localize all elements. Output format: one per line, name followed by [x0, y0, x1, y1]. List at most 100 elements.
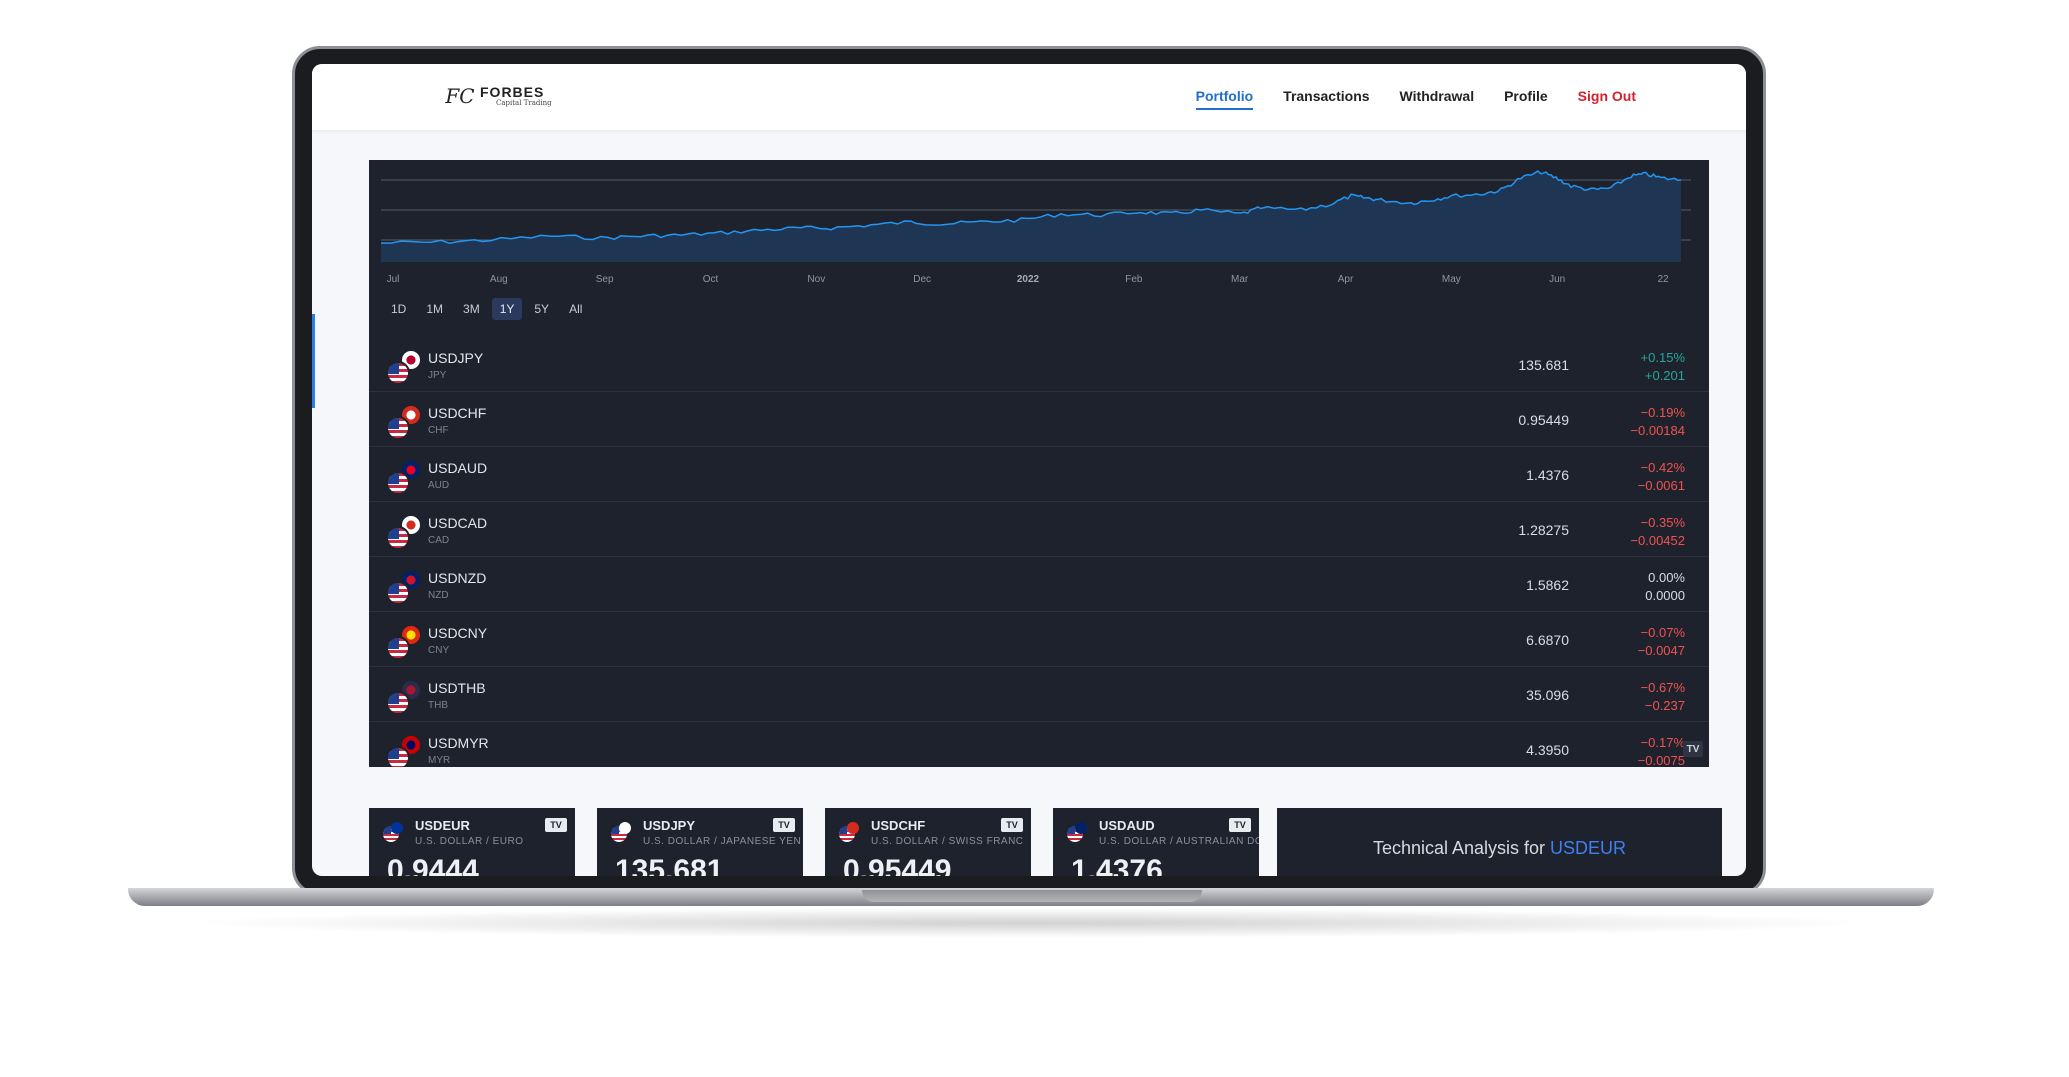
tradingview-logo-icon[interactable]: TV: [1229, 818, 1251, 832]
tradingview-logo-icon[interactable]: TV: [1683, 741, 1703, 757]
chart-x-axis: Jul Aug Sep Oct Nov Dec 2022 Feb Mar Apr May Jun 22: [381, 274, 1691, 288]
quote-row-usdmyr[interactable]: USDMYR MYR 4.3950 −0.17% −0.0075: [369, 722, 1709, 767]
nav-withdrawal[interactable]: Withdrawal: [1400, 88, 1475, 110]
ticker-card-usdeur[interactable]: USDEUR U.S. DOLLAR / EURO 0.9444 TV: [369, 808, 575, 876]
logo-text: FORBES Capital Trading: [480, 85, 552, 108]
quote-change-pct: −0.17%: [1640, 735, 1685, 750]
quote-change: −0.07% −0.0047: [1638, 624, 1685, 660]
x-tick-label: Feb: [1125, 274, 1143, 285]
tradingview-logo-icon[interactable]: TV: [773, 818, 795, 832]
quote-price: 35.096: [1526, 687, 1569, 703]
us-flag-icon: [386, 691, 410, 715]
price-history-chart[interactable]: [381, 170, 1691, 262]
quote-change-abs: −0.00184: [1630, 423, 1685, 438]
quote-row-usdchf[interactable]: USDCHF CHF 0.95449 −0.19% −0.00184: [369, 392, 1709, 447]
x-tick-label: 2022: [1016, 274, 1040, 285]
quote-symbol: USDCHF: [428, 405, 487, 421]
quote-currency: CHF: [428, 425, 449, 436]
x-tick-label: 22: [1657, 274, 1669, 285]
x-tick-label: Oct: [702, 274, 719, 285]
quote-price: 1.4376: [1526, 467, 1569, 483]
quote-flag-icon: [391, 822, 403, 834]
quote-change-pct: −0.35%: [1640, 515, 1685, 530]
x-tick-label: Nov: [807, 274, 826, 285]
quote-symbol: USDJPY: [428, 350, 484, 366]
us-flag-icon: [386, 526, 410, 550]
ticker-card-usdchf[interactable]: USDCHF U.S. DOLLAR / SWISS FRANC 0.95449 TV: [825, 808, 1031, 876]
nav-transactions[interactable]: Transactions: [1283, 88, 1369, 110]
card-value: 0.9444: [387, 854, 479, 876]
nav-profile[interactable]: Profile: [1504, 88, 1548, 110]
ta-symbol-link[interactable]: USDEUR: [1550, 838, 1626, 858]
us-flag-icon: [386, 581, 410, 605]
currency-flag-icon: [386, 624, 424, 660]
quote-symbol: USDTHB: [428, 680, 486, 696]
ticker-card-usdaud[interactable]: USDAUD U.S. DOLLAR / AUSTRALIAN DOLLAR 1.4…: [1053, 808, 1259, 876]
range-button-1d[interactable]: 1D: [383, 298, 414, 320]
quote-symbol: USDAUD: [428, 460, 488, 476]
quote-change-pct: −0.07%: [1640, 625, 1685, 640]
range-button-1m[interactable]: 1M: [418, 298, 451, 320]
quote-change-pct: 0.00%: [1648, 570, 1685, 585]
quote-change-abs: −0.0075: [1637, 753, 1685, 767]
card-flag-icon: [839, 822, 859, 842]
quote-row-usdjpy[interactable]: USDJPY JPY 135.681 +0.15% +0.201: [369, 337, 1709, 392]
quote-row-usdnzd[interactable]: USDNZD NZD 1.5862 0.00% 0.0000: [369, 557, 1709, 612]
quote-price: 0.95449: [1518, 412, 1569, 428]
quote-symbol: USDMYR: [428, 735, 489, 751]
range-selector: 1D 1M 3M 1Y 5Y All: [383, 298, 590, 320]
quote-row-usdcad[interactable]: USDCAD CAD 1.28275 −0.35% −0.00452: [369, 502, 1709, 557]
range-button-5y[interactable]: 5Y: [526, 298, 557, 320]
x-tick-label: Dec: [913, 274, 932, 285]
laptop-mockup: FC FORBES Capital Trading Portfolio Tran…: [0, 0, 2069, 1077]
quote-row-usdcny[interactable]: USDCNY CNY 6.6870 −0.07% −0.0047: [369, 612, 1709, 667]
card-symbol: USDAUD: [1099, 818, 1155, 833]
nav-sign-out[interactable]: Sign Out: [1578, 88, 1636, 110]
x-tick-label: May: [1441, 274, 1461, 285]
main-nav: Portfolio Transactions Withdrawal Profil…: [1195, 88, 1636, 110]
quote-change-pct: −0.19%: [1640, 405, 1685, 420]
quote-price: 1.5862: [1526, 577, 1569, 593]
quote-row-usdaud[interactable]: USDAUD AUD 1.4376 −0.42% −0.0061: [369, 447, 1709, 502]
x-tick-label: Jun: [1549, 274, 1566, 285]
currency-flag-icon: [386, 404, 424, 440]
technical-analysis-widget[interactable]: Technical Analysis for USDEUR: [1277, 808, 1722, 876]
logo-mark-icon: FC: [445, 84, 475, 108]
quote-currency: THB: [428, 700, 448, 711]
side-scroll-marker: [312, 314, 315, 408]
currency-flag-icon: [386, 349, 424, 385]
us-flag-icon: [386, 471, 410, 495]
x-tick-label: Jul: [386, 274, 400, 285]
card-value: 1.4376: [1071, 854, 1163, 876]
currency-flag-icon: [386, 514, 424, 550]
ticker-card-usdjpy[interactable]: USDJPY U.S. DOLLAR / JAPANESE YEN 135.681 T…: [597, 808, 803, 876]
currency-flag-icon: [386, 679, 424, 715]
nav-portfolio[interactable]: Portfolio: [1195, 88, 1254, 110]
brand-logo[interactable]: FC FORBES Capital Trading: [444, 80, 552, 112]
quote-change-abs: −0.0047: [1637, 643, 1685, 658]
card-description: U.S. DOLLAR / JAPANESE YEN: [643, 836, 802, 847]
quote-currency: MYR: [428, 755, 451, 766]
screen: FC FORBES Capital Trading Portfolio Tran…: [312, 64, 1746, 876]
range-button-1y[interactable]: 1Y: [491, 298, 523, 320]
quote-flag-icon: [619, 822, 631, 834]
x-tick-label: Mar: [1231, 274, 1249, 285]
quote-change-abs: +0.201: [1644, 368, 1685, 383]
quote-change: 0.00% 0.0000: [1645, 569, 1685, 605]
ta-prefix: Technical Analysis for: [1372, 838, 1551, 858]
range-button-3m[interactable]: 3M: [455, 298, 488, 320]
quote-change-abs: −0.237: [1644, 698, 1685, 713]
quote-symbol: USDCNY: [428, 625, 488, 641]
tradingview-logo-icon[interactable]: TV: [545, 818, 567, 832]
card-value: 135.681: [615, 854, 724, 876]
quote-change: −0.17% −0.0075: [1638, 734, 1685, 767]
range-button-all[interactable]: All: [561, 298, 590, 320]
tradingview-logo-icon[interactable]: TV: [1001, 818, 1023, 832]
quote-row-usdthb[interactable]: USDTHB THB 35.096 −0.67% −0.237: [369, 667, 1709, 722]
card-flag-icon: [383, 822, 403, 842]
card-flag-icon: [1067, 822, 1087, 842]
quote-change: −0.19% −0.00184: [1630, 404, 1685, 440]
quote-currency: JPY: [428, 370, 447, 381]
x-tick-label: Sep: [595, 274, 614, 285]
quote-currency: CNY: [428, 645, 450, 656]
